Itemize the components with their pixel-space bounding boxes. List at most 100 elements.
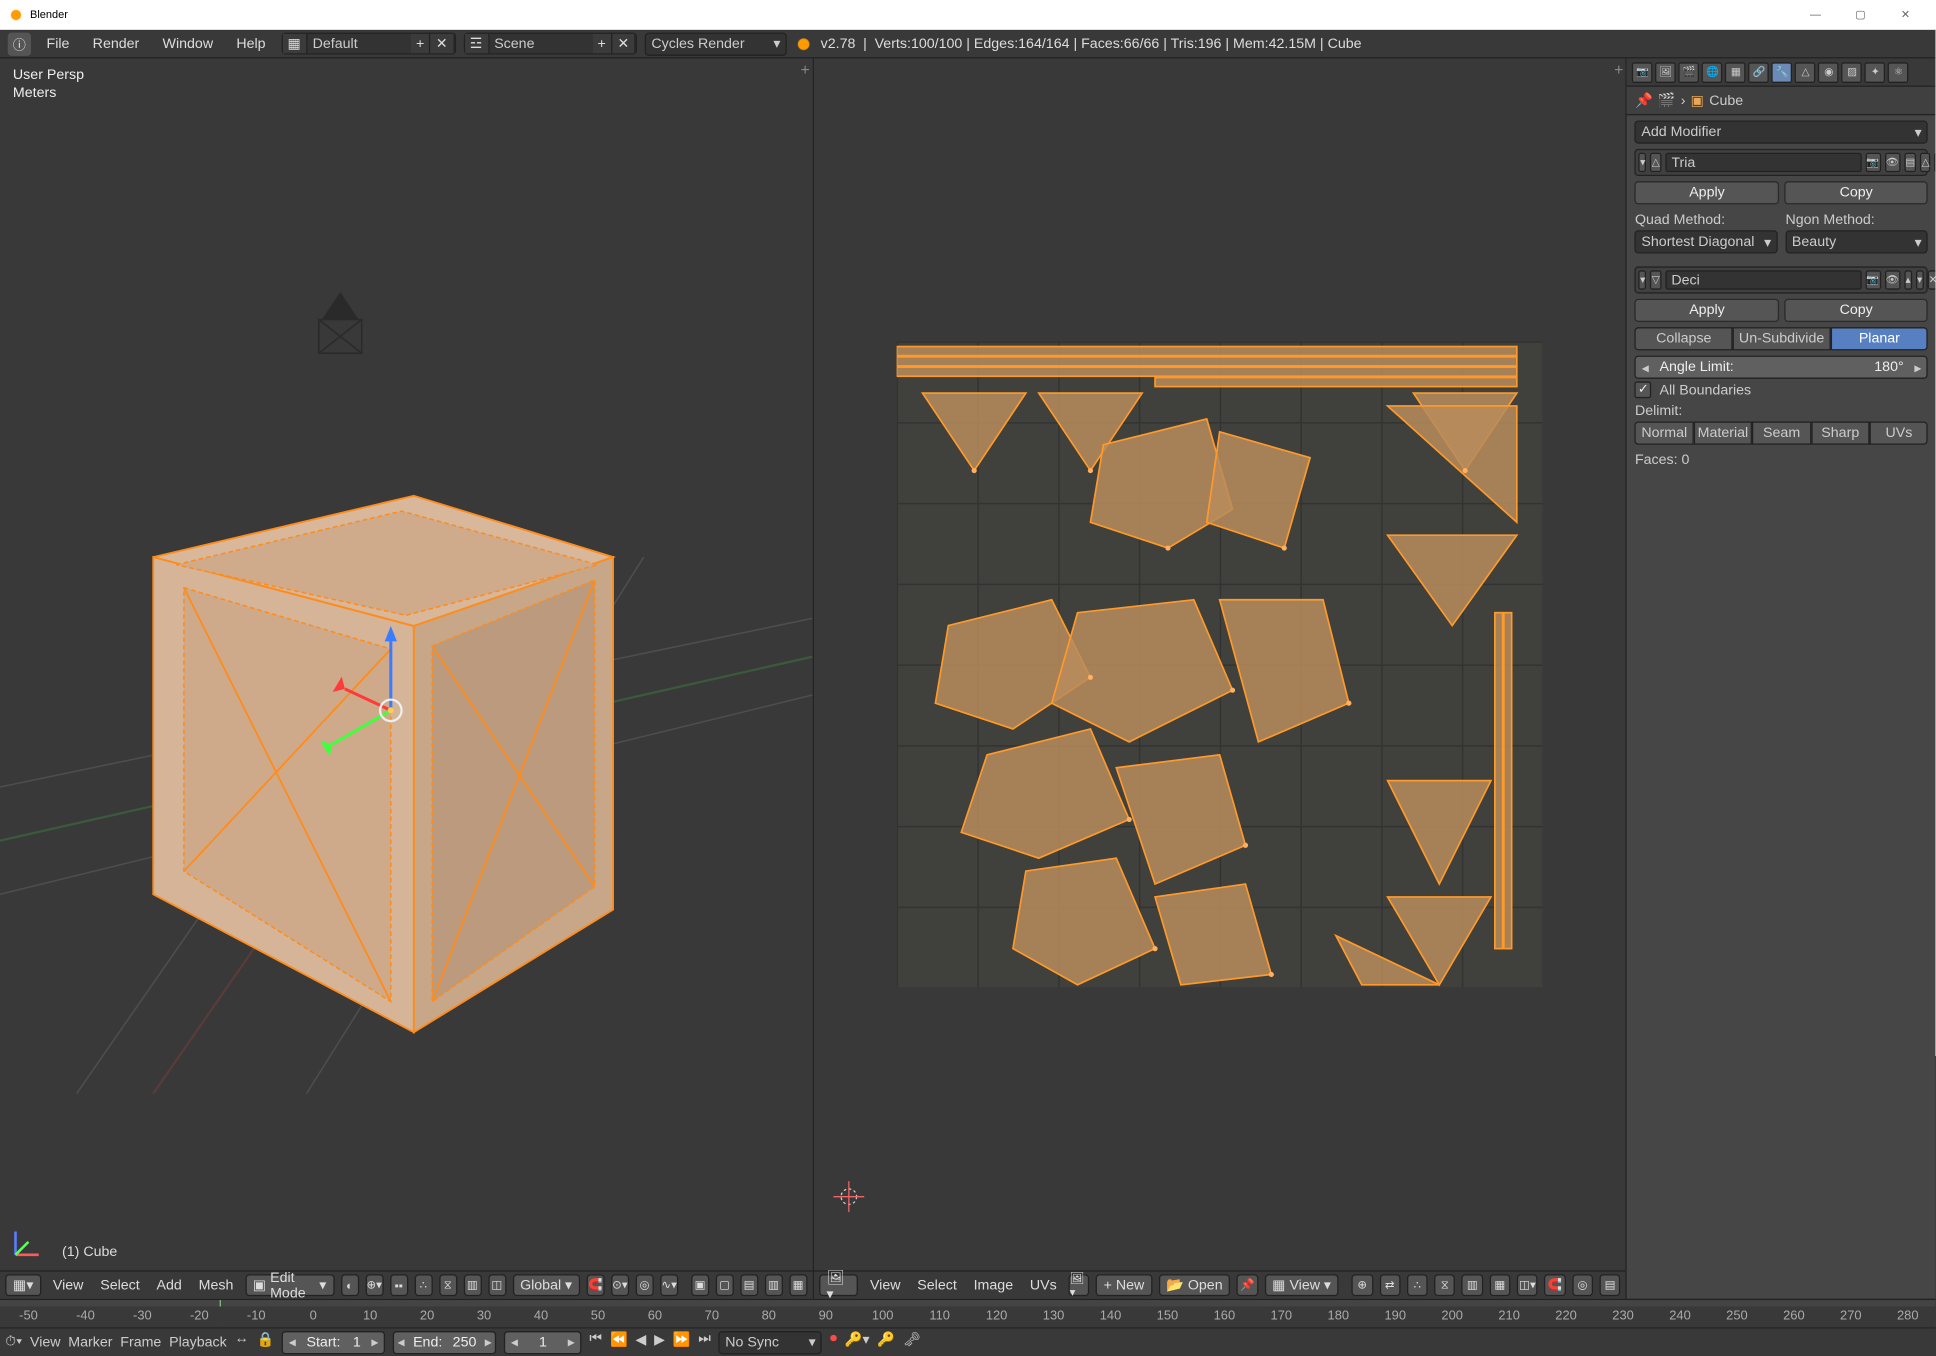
- tab-modifiers-icon[interactable]: 🔧: [1772, 62, 1793, 83]
- pin-icon[interactable]: 📌: [1237, 1274, 1258, 1296]
- scene-add-button[interactable]: +: [592, 34, 612, 53]
- uv-sticky-icon[interactable]: ◫▾: [1517, 1274, 1538, 1296]
- modifier-expand-toggle[interactable]: ▾: [1639, 270, 1647, 289]
- tab-collapse[interactable]: Collapse: [1635, 327, 1733, 350]
- keying-delete-icon[interactable]: 🗝: [903, 1331, 921, 1353]
- modifier-editmode-toggle[interactable]: ▤: [1904, 153, 1916, 172]
- uv-edge-select-icon[interactable]: ⧖: [1434, 1274, 1455, 1296]
- window-maximize-button[interactable]: ▢: [1838, 0, 1883, 29]
- 3d-menu-view[interactable]: View: [48, 1275, 89, 1296]
- uv-snap-icon[interactable]: 🧲: [1544, 1274, 1565, 1296]
- editor-type-timeline-icon[interactable]: ⏱▾: [5, 1334, 22, 1351]
- delimit-material[interactable]: Material: [1694, 421, 1753, 444]
- modifier-name-input[interactable]: [1665, 153, 1861, 172]
- proportional-falloff-icon[interactable]: ∿▾: [660, 1274, 678, 1296]
- pivot-icon[interactable]: ⊕▾: [365, 1274, 383, 1296]
- timeline-menu-view[interactable]: View: [30, 1334, 61, 1350]
- modifier-viewport-toggle[interactable]: 👁: [1884, 270, 1900, 289]
- new-image-button[interactable]: + New: [1096, 1274, 1152, 1296]
- modifier-viewport-toggle[interactable]: 👁: [1884, 153, 1900, 172]
- uv-sync-icon[interactable]: ⇄: [1379, 1274, 1400, 1296]
- scene-remove-button[interactable]: ✕: [612, 34, 636, 53]
- modifier-copy-button[interactable]: Copy: [1784, 181, 1928, 204]
- delimit-normal[interactable]: Normal: [1635, 421, 1694, 444]
- end-frame-field[interactable]: ◂End:250▸: [393, 1330, 496, 1353]
- 3d-menu-add[interactable]: Add: [151, 1275, 187, 1296]
- uv-channels-icon[interactable]: ▤: [1600, 1274, 1621, 1296]
- tab-physics-icon[interactable]: ⚛: [1888, 62, 1909, 83]
- modifier-expand-toggle[interactable]: ▾: [1639, 153, 1647, 172]
- vertex-select-icon[interactable]: ∴: [414, 1274, 432, 1296]
- open-image-button[interactable]: 📂 Open: [1159, 1274, 1231, 1296]
- modifier-move-up-button[interactable]: ▴: [1904, 270, 1912, 289]
- lock-camera-icon[interactable]: ▢: [716, 1274, 734, 1296]
- snap-target-icon[interactable]: ⊙▾: [611, 1274, 629, 1296]
- layout-add-button[interactable]: +: [411, 34, 431, 53]
- limit-selection-icon[interactable]: ◫: [488, 1274, 506, 1296]
- tab-texture-icon[interactable]: ▨: [1842, 62, 1863, 83]
- keyframe-prev-button[interactable]: ⏪: [610, 1331, 628, 1353]
- pin-icon[interactable]: 📌: [1635, 92, 1653, 109]
- proportional-edit-icon[interactable]: ◎: [636, 1274, 654, 1296]
- play-reverse-button[interactable]: ◀: [635, 1331, 646, 1353]
- tab-material-icon[interactable]: ◉: [1818, 62, 1839, 83]
- uv-menu-view[interactable]: View: [865, 1275, 906, 1296]
- keying-insert-icon[interactable]: 🔑: [877, 1331, 895, 1353]
- mode-dropdown[interactable]: ▣Edit Mode▾: [245, 1274, 334, 1296]
- delimit-seam[interactable]: Seam: [1752, 421, 1811, 444]
- scene-browse-icon[interactable]: ☲: [465, 34, 489, 53]
- autokey-record-button[interactable]: ⏺: [830, 1331, 837, 1353]
- misc-icon-1[interactable]: ▤: [740, 1274, 758, 1296]
- menu-window[interactable]: Window: [155, 33, 221, 54]
- layer-dots-icon[interactable]: ▪▪: [390, 1274, 408, 1296]
- misc-icon-2[interactable]: ▥: [765, 1274, 783, 1296]
- tab-world-icon[interactable]: 🌐: [1702, 62, 1723, 83]
- add-modifier-dropdown[interactable]: Add Modifier▾: [1635, 120, 1928, 143]
- render-border-icon[interactable]: ▣: [691, 1274, 709, 1296]
- layout-name-input[interactable]: [307, 34, 410, 53]
- snap-icon[interactable]: 🧲: [586, 1274, 604, 1296]
- timeline-lock-icon[interactable]: 🔒: [256, 1331, 274, 1353]
- edge-select-icon[interactable]: ⧖: [439, 1274, 457, 1296]
- 3d-scene[interactable]: [0, 58, 812, 1270]
- delimit-sharp[interactable]: Sharp: [1811, 421, 1870, 444]
- modifier-remove-button[interactable]: ✕: [1927, 270, 1936, 289]
- current-frame-field[interactable]: ◂1▸: [504, 1330, 582, 1353]
- modifier-render-toggle[interactable]: 📷: [1865, 153, 1880, 172]
- 3d-menu-select[interactable]: Select: [95, 1275, 145, 1296]
- modifier-apply-button[interactable]: Apply: [1635, 181, 1779, 204]
- uv-face-select-icon[interactable]: ▥: [1462, 1274, 1483, 1296]
- editor-type-3dview-icon[interactable]: ▦▾: [5, 1274, 41, 1296]
- modifier-cage-toggle[interactable]: △: [1920, 153, 1931, 172]
- tab-planar[interactable]: Planar: [1830, 327, 1928, 350]
- 3d-viewport[interactable]: User Persp Meters +: [0, 58, 812, 1298]
- modifier-name-input[interactable]: [1665, 270, 1861, 289]
- uv-proportional-icon[interactable]: ◎: [1572, 1274, 1593, 1296]
- layout-remove-button[interactable]: ✕: [431, 34, 455, 53]
- jump-end-button[interactable]: ⏭: [698, 1331, 711, 1353]
- delimit-uvs[interactable]: UVs: [1870, 421, 1929, 444]
- 3d-menu-mesh[interactable]: Mesh: [193, 1275, 238, 1296]
- jump-start-button[interactable]: ⏮: [589, 1331, 602, 1353]
- modifier-apply-button[interactable]: Apply: [1635, 299, 1779, 322]
- tab-render-layers-icon[interactable]: 🖼: [1656, 62, 1677, 83]
- sync-dropdown[interactable]: No Sync▾: [719, 1330, 822, 1353]
- modifier-render-toggle[interactable]: 📷: [1865, 270, 1880, 289]
- timeline-track[interactable]: -50-40-30-20-100102030405060708090100110…: [0, 1300, 1936, 1327]
- menu-help[interactable]: Help: [229, 33, 274, 54]
- uv-pivot-icon[interactable]: ⊕: [1352, 1274, 1373, 1296]
- tab-scene-icon[interactable]: 🎬: [1679, 62, 1700, 83]
- uv-menu-image[interactable]: Image: [968, 1275, 1018, 1296]
- uv-menu-uvs[interactable]: UVs: [1025, 1275, 1062, 1296]
- window-close-button[interactable]: ✕: [1883, 0, 1928, 29]
- misc-icon-3[interactable]: ▦: [789, 1274, 807, 1296]
- render-engine-dropdown[interactable]: Cycles Render ▾: [645, 32, 787, 55]
- angle-limit-field[interactable]: ◂ Angle Limit: 180° ▸: [1635, 356, 1928, 379]
- uv-menu-select[interactable]: Select: [912, 1275, 962, 1296]
- keying-set-icon[interactable]: 🔑▾: [845, 1331, 870, 1353]
- layout-selector[interactable]: ▦ + ✕: [281, 33, 456, 55]
- menu-render[interactable]: Render: [85, 33, 147, 54]
- window-minimize-button[interactable]: —: [1793, 0, 1838, 29]
- ngon-method-dropdown[interactable]: Beauty▾: [1785, 230, 1928, 253]
- cube-mesh[interactable]: [153, 496, 613, 1032]
